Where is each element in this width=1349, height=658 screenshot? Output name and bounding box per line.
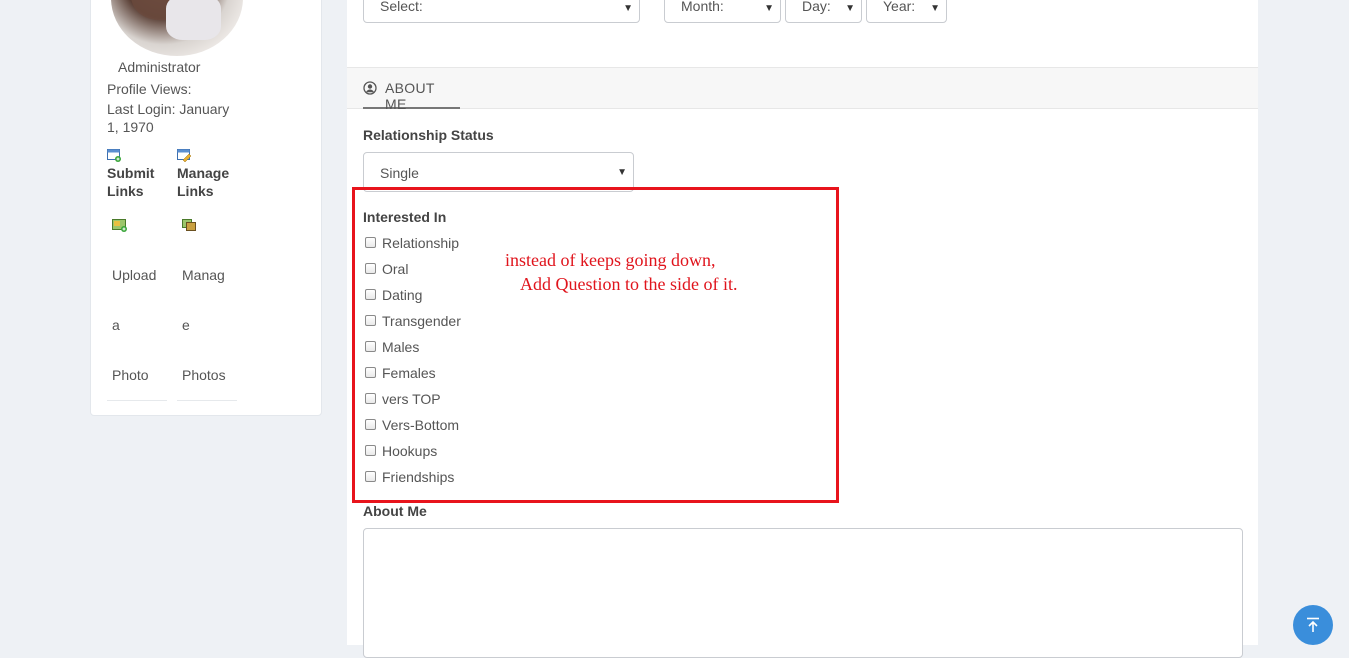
submit-links-label-2[interactable]: Links bbox=[107, 182, 154, 200]
divider bbox=[107, 400, 167, 401]
annotation-text-2: Add Question to the side of it. bbox=[520, 274, 738, 294]
annotation-box bbox=[352, 187, 839, 503]
annotation-text-1: instead of keeps going down, bbox=[505, 250, 716, 270]
select-dropdown[interactable]: Select: ▼ bbox=[363, 0, 640, 23]
submit-links-label-1[interactable]: Submit bbox=[107, 164, 154, 182]
user-circle-icon bbox=[363, 81, 377, 95]
day-select[interactable]: Day: ▼ bbox=[785, 0, 862, 23]
relationship-status-value: Single bbox=[380, 165, 419, 181]
upload-photo-link-2[interactable]: a bbox=[112, 317, 120, 333]
relationship-status-select[interactable]: Single ▼ bbox=[363, 152, 634, 192]
manage-photos-link-2[interactable]: e bbox=[182, 317, 190, 333]
manage-photos-link-1[interactable]: Manag bbox=[182, 267, 225, 283]
scroll-to-top-icon bbox=[1307, 617, 1319, 632]
month-select[interactable]: Month: ▼ bbox=[664, 0, 781, 23]
relationship-status-label: Relationship Status bbox=[363, 127, 494, 143]
divider bbox=[177, 400, 237, 401]
manage-links-label-1[interactable]: Manage bbox=[177, 164, 229, 182]
upload-photo-link-3[interactable]: Photo bbox=[112, 367, 149, 383]
chevron-down-icon: ▼ bbox=[845, 3, 855, 14]
tab-about-me[interactable]: ABOUT ME bbox=[363, 67, 460, 112]
last-login: Last Login: January bbox=[107, 101, 230, 117]
year-select[interactable]: Year: ▼ bbox=[866, 0, 947, 23]
scroll-to-top-button[interactable] bbox=[1293, 605, 1333, 645]
tab-label: ABOUT ME bbox=[385, 80, 435, 112]
chevron-down-icon: ▼ bbox=[930, 3, 940, 14]
manage-links-label-2[interactable]: Links bbox=[177, 182, 229, 200]
manage-photos-icon[interactable] bbox=[182, 219, 197, 232]
profile-role: Administrator bbox=[118, 59, 201, 75]
section-header bbox=[347, 67, 1258, 109]
chevron-down-icon: ▼ bbox=[764, 3, 774, 14]
submit-links-icon[interactable] bbox=[107, 149, 122, 162]
month-value: Month: bbox=[681, 0, 724, 14]
chevron-down-icon: ▼ bbox=[623, 3, 633, 14]
day-value: Day: bbox=[802, 0, 831, 14]
manage-photos-link-3[interactable]: Photos bbox=[182, 367, 226, 383]
about-me-textarea[interactable] bbox=[363, 528, 1243, 658]
year-value: Year: bbox=[883, 0, 916, 14]
manage-links-link[interactable]: Manage Links bbox=[177, 164, 229, 200]
upload-photo-link-1[interactable]: Upload bbox=[112, 267, 156, 283]
about-me-label: About Me bbox=[363, 503, 427, 519]
select-value: Select: bbox=[380, 0, 423, 14]
last-login-date: 1, 1970 bbox=[107, 119, 154, 135]
manage-links-icon[interactable] bbox=[177, 149, 192, 162]
upload-photo-icon[interactable] bbox=[112, 219, 127, 232]
submit-links-link[interactable]: Submit Links bbox=[107, 164, 154, 200]
profile-views: Profile Views: bbox=[107, 81, 192, 97]
